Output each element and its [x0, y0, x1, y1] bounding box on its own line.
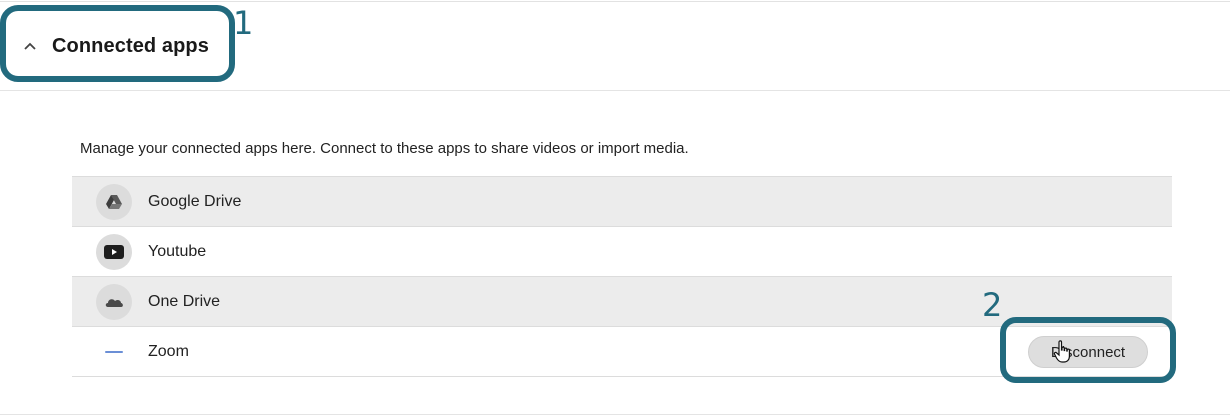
app-name: Zoom: [148, 342, 189, 360]
youtube-icon: [96, 233, 132, 270]
onedrive-icon: [96, 283, 132, 320]
connected-apps-list: Google Drive Youtube One Drive Zoom Disc…: [72, 176, 1172, 377]
app-name: Google Drive: [148, 192, 242, 210]
section-description: Manage your connected apps here. Connect…: [80, 140, 689, 157]
section-title: Connected apps: [52, 34, 209, 57]
app-row-google-drive: Google Drive: [72, 176, 1172, 227]
zoom-icon: [96, 334, 132, 370]
bottom-divider: [0, 414, 1230, 415]
app-name: Youtube: [148, 242, 207, 260]
app-row-youtube: Youtube: [72, 227, 1172, 277]
chevron-up-icon[interactable]: [18, 34, 42, 58]
connected-apps-section-header: Connected apps: [0, 2, 1230, 91]
app-row-onedrive: One Drive: [72, 277, 1172, 327]
app-name: One Drive: [148, 292, 221, 310]
connected-apps-toggle[interactable]: Connected apps: [14, 18, 219, 74]
disconnect-button[interactable]: Disconnect: [1028, 336, 1148, 368]
app-row-zoom: Zoom Disconnect: [72, 327, 1172, 377]
google-drive-icon: [96, 183, 132, 220]
